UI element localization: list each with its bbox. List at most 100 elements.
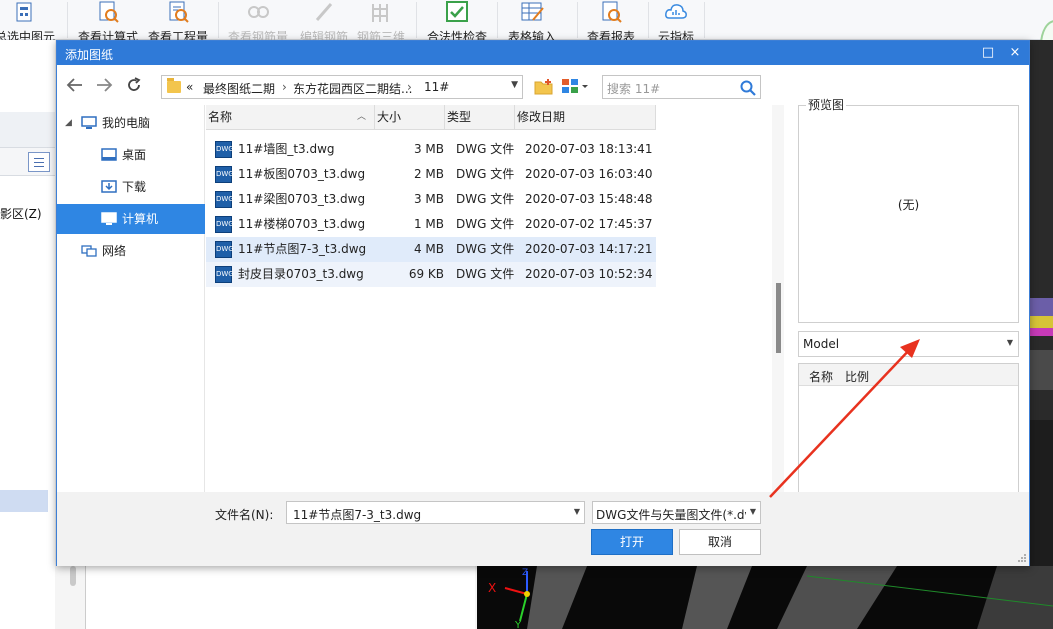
ribbon-summary-button[interactable]: 总选中图元 <box>0 0 56 44</box>
chevron-down-icon[interactable]: ▼ <box>1007 338 1013 347</box>
ribbon-view-rebar-button[interactable]: 查看钢筋量 <box>226 0 290 44</box>
ribbon-cloud-button[interactable]: 云指标 <box>652 0 700 44</box>
nav-item-desktop[interactable]: 桌面 <box>57 140 205 170</box>
address-segment-2[interactable]: 东方花园西区二期结... <box>293 80 412 97</box>
column-header-type[interactable]: 类型 <box>445 105 515 130</box>
chevron-down-icon[interactable]: ▼ <box>511 80 518 90</box>
ribbon-view-quantity-button[interactable]: 查看工程量 <box>145 0 211 44</box>
ribbon-table-input-button[interactable]: 表格输入 <box>503 0 561 44</box>
filename-value[interactable]: 11#节点图7-3_t3.dwg <box>293 506 421 523</box>
new-folder-icon[interactable] <box>534 78 554 96</box>
resize-grip-icon[interactable] <box>1017 553 1027 563</box>
file-row[interactable]: DWG 11#墙图_t3.dwg 3 MB DWG 文件 2020-07-03 … <box>206 137 656 162</box>
address-separator[interactable]: › <box>282 80 287 94</box>
forward-arrow-icon[interactable] <box>94 75 114 95</box>
column-header-label: 名称 <box>208 110 233 124</box>
file-name: 封皮目录0703_t3.dwg <box>238 267 364 281</box>
filetype-select[interactable]: DWG文件与矢量图文件(*.dv ▼ <box>592 501 761 524</box>
chevron-down-icon[interactable]: ▼ <box>574 507 580 516</box>
left-panel-selected-row[interactable] <box>0 490 48 512</box>
nav-label: 我的电脑 <box>102 116 151 130</box>
dialog-title: 添加图纸 <box>65 48 114 62</box>
address-separator[interactable]: › <box>407 80 412 94</box>
maximize-button[interactable]: □ <box>979 44 997 62</box>
search-box[interactable]: 搜索 11# <box>602 75 761 99</box>
model-select[interactable]: Model ▼ <box>798 331 1019 357</box>
column-header-label: 类型 <box>447 110 472 124</box>
file-row[interactable]: DWG 11#板图0703_t3.dwg 2 MB DWG 文件 2020-07… <box>206 162 656 187</box>
table-input-icon <box>521 2 544 21</box>
file-date: 2020-07-03 15:48:48 <box>525 192 653 206</box>
splitter-handle[interactable] <box>776 283 781 353</box>
expand-arrow-icon[interactable]: ◢ <box>65 108 72 138</box>
file-name: 11#板图0703_t3.dwg <box>238 167 366 181</box>
computer-icon <box>81 116 97 129</box>
chevron-down-icon[interactable]: ▼ <box>749 507 756 516</box>
model-select-value: Model <box>803 337 840 351</box>
nav-item-my-computer[interactable]: ◢ 我的电脑 <box>57 108 205 138</box>
summary-icon <box>16 2 32 22</box>
view-quantity-icon <box>169 1 189 23</box>
file-row-selected[interactable]: DWG 11#节点图7-3_t3.dwg 4 MB DWG 文件 2020-07… <box>206 237 656 262</box>
column-header-name[interactable]: 名称 ︿ <box>206 105 375 130</box>
dialog-toolbar: « 最终图纸二期 › 东方花园西区二期结... › 11# ▼ 搜索 11# <box>57 65 1029 105</box>
open-button[interactable]: 打开 <box>591 529 673 555</box>
file-row[interactable]: DWG 封皮目录0703_t3.dwg 69 KB DWG 文件 2020-07… <box>206 262 656 287</box>
file-row[interactable]: DWG 11#梁图0703_t3.dwg 3 MB DWG 文件 2020-07… <box>206 187 656 212</box>
list-view-button[interactable] <box>28 152 50 172</box>
file-date: 2020-07-02 17:45:37 <box>525 217 653 231</box>
nav-label: 计算机 <box>122 212 159 226</box>
layout-column-scale[interactable]: 比例 <box>845 368 869 385</box>
address-segment-3[interactable]: 11# <box>424 80 449 94</box>
ribbon-report-button[interactable]: 查看报表 <box>582 0 640 44</box>
close-button[interactable]: × <box>1006 44 1024 62</box>
address-segment-1[interactable]: 最终图纸二期 <box>203 80 275 97</box>
cancel-button[interactable]: 取消 <box>679 529 761 555</box>
column-header-label: 修改日期 <box>517 110 566 124</box>
cad-viewport[interactable]: X Z Y <box>477 566 1053 629</box>
ribbon-check-button[interactable]: 合法性检查 <box>422 0 492 44</box>
cad-viewport-edge[interactable] <box>1030 40 1053 566</box>
nav-item-downloads[interactable]: 下载 <box>57 172 205 202</box>
nav-item-network[interactable]: 网络 <box>57 236 205 266</box>
column-header-size[interactable]: 大小 <box>375 105 445 130</box>
layout-column-name[interactable]: 名称 <box>809 368 833 385</box>
dwg-file-icon: DWG <box>215 141 234 158</box>
preview-box <box>798 105 1019 323</box>
pane-splitter[interactable] <box>772 105 784 492</box>
address-prefix[interactable]: « <box>186 80 193 94</box>
back-arrow-icon[interactable] <box>65 75 85 95</box>
view-mode-icon[interactable] <box>561 78 589 94</box>
search-input[interactable]: 搜索 11# <box>607 80 660 97</box>
file-date: 2020-07-03 10:52:34 <box>525 267 653 281</box>
ribbon-rebar-3d-button[interactable]: 钢筋三维 <box>355 0 407 44</box>
file-date: 2020-07-03 16:03:40 <box>525 167 653 181</box>
column-header-label: 大小 <box>377 110 402 124</box>
ribbon-view-formula-button[interactable]: 查看计算式 <box>75 0 141 44</box>
rebar-3d-icon <box>372 4 388 22</box>
nav-item-computer[interactable]: 计算机 <box>57 204 205 234</box>
computer-icon <box>101 212 117 225</box>
refresh-icon[interactable] <box>124 75 144 95</box>
bottom-left-panel <box>55 566 477 629</box>
left-panel-label: 影区(Z) <box>0 207 42 221</box>
dialog-titlebar[interactable]: 添加图纸 □ × <box>57 41 1029 65</box>
left-panel-header <box>0 112 55 148</box>
ribbon-edit-rebar-button[interactable]: 编辑钢筋 <box>296 0 352 44</box>
file-row[interactable]: DWG 11#楼梯0703_t3.dwg 1 MB DWG 文件 2020-07… <box>206 212 656 237</box>
scrollbar[interactable] <box>70 566 76 586</box>
file-name: 11#梁图0703_t3.dwg <box>238 192 366 206</box>
column-header-date[interactable]: 修改日期 <box>515 105 656 130</box>
address-bar[interactable]: « 最终图纸二期 › 东方花园西区二期结... › 11# ▼ <box>161 75 523 99</box>
dialog-footer: 文件名(N): 11#节点图7-3_t3.dwg ▼ DWG文件与矢量图文件(*… <box>57 492 1029 566</box>
file-type: DWG 文件 <box>456 242 515 256</box>
file-size: 2 MB <box>413 167 444 181</box>
filetype-value: DWG文件与矢量图文件(*.dv <box>596 508 746 522</box>
nav-label: 下载 <box>122 180 147 194</box>
cloud-icon <box>665 4 687 19</box>
dwg-file-icon: DWG <box>215 241 234 258</box>
file-size: 4 MB <box>413 242 444 256</box>
navigation-pane: ◢ 我的电脑 桌面 下载 计算机 网络 <box>57 105 205 492</box>
filename-input[interactable]: 11#节点图7-3_t3.dwg ▼ <box>286 501 585 524</box>
search-icon[interactable] <box>739 79 757 97</box>
